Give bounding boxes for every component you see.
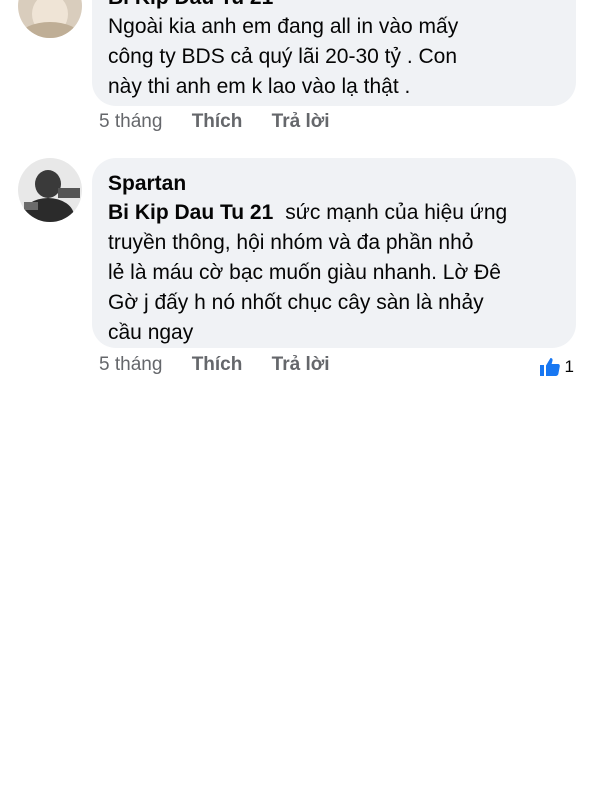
like-button[interactable]: Thích — [192, 353, 243, 377]
comment-text-line: lẻ là máu cờ bạc muốn giàu nhanh. Lờ Đê — [108, 261, 501, 284]
comment-text: Bi Kip Dau Tu 21 sức mạnh của hiệu ứng tr… — [108, 198, 560, 348]
comment-text-line: Gờ j đấy h nó nhốt chục cây sàn là nhảy — [108, 291, 484, 314]
comment-time[interactable]: 5 tháng — [99, 353, 162, 377]
reaction-summary[interactable]: 1 — [538, 355, 574, 379]
comments-page: Bi Kip Dau Tu 21 Ngoài kia anh em đang a… — [0, 0, 600, 800]
comment-text-line: này thi anh em k lao vào lạ thật . — [108, 75, 411, 98]
comment-text-line: Ngoài kia anh em đang all in vào mấy — [108, 15, 459, 38]
avatar[interactable] — [18, 158, 82, 222]
like-icon — [539, 358, 560, 376]
reply-button[interactable]: Trả lời — [272, 110, 330, 134]
comment-actions: 5 tháng Thích Trả lời — [99, 110, 330, 134]
mention-link[interactable]: Bi Kip Dau Tu 21 — [108, 201, 273, 224]
comment-actions: 5 tháng Thích Trả lời — [99, 353, 330, 377]
reply-button[interactable]: Trả lời — [272, 353, 330, 377]
comment-text-fragment: sức mạnh của hiệu ứng — [285, 201, 508, 224]
comment-author[interactable]: Bi Kip Dau Tu 21 — [108, 0, 560, 12]
comment-bubble: Bi Kip Dau Tu 21 Ngoài kia anh em đang a… — [92, 0, 576, 106]
comment-text: Ngoài kia anh em đang all in vào mấy côn… — [108, 12, 560, 102]
comment-text-line: cầu ngay — [108, 321, 194, 344]
comment-text-line: truyền thông, hội nhóm và đa phần nhỏ — [108, 231, 474, 254]
avatar[interactable] — [18, 0, 82, 38]
like-button[interactable]: Thích — [192, 110, 243, 134]
comment-bubble: Spartan Bi Kip Dau Tu 21 sức mạnh của hiệ… — [92, 158, 576, 348]
reaction-count: 1 — [564, 357, 574, 376]
comment-text-line: công ty BDS cả quý lãi 20-30 tỷ . Con — [108, 45, 458, 68]
comment-author[interactable]: Spartan — [108, 170, 560, 198]
comment-time[interactable]: 5 tháng — [99, 110, 162, 134]
comment-text-line: Bi Kip Dau Tu 21 sức mạnh của hiệu ứng — [108, 198, 560, 228]
